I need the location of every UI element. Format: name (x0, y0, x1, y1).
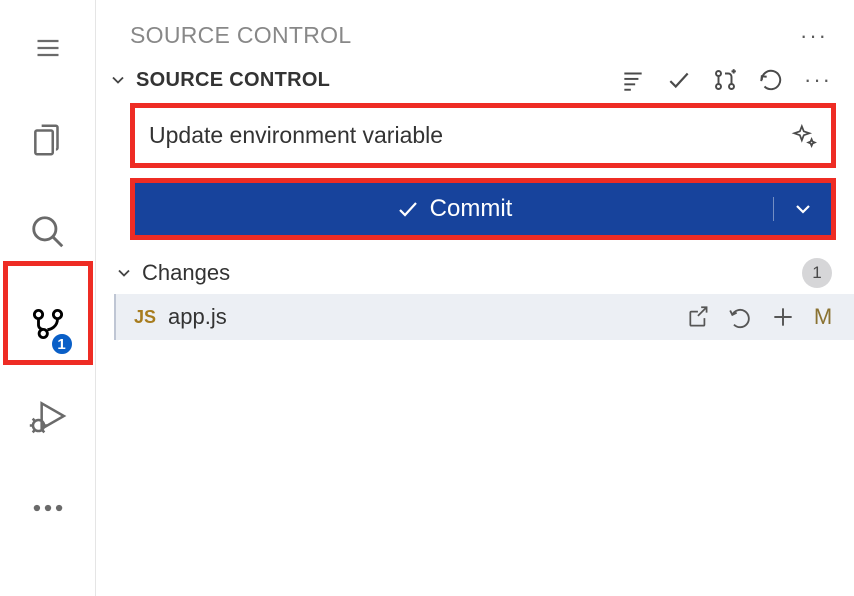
commit-message-wrap (135, 108, 831, 163)
check-icon[interactable] (666, 67, 692, 93)
overflow-menu-icon[interactable] (18, 478, 78, 538)
commit-message-input[interactable] (135, 108, 831, 163)
section-more-icon[interactable]: ··· (804, 67, 832, 93)
scm-badge: 1 (50, 332, 74, 356)
check-icon (396, 197, 420, 221)
commit-button-label: Commit (430, 195, 513, 223)
sparkle-icon[interactable] (791, 123, 817, 149)
section-title: SOURCE CONTROL (136, 69, 612, 92)
view-changes-icon[interactable] (620, 67, 646, 93)
file-lang-badge: JS (132, 307, 158, 328)
panel-header: SOURCE CONTROL ··· (96, 12, 854, 63)
section-header[interactable]: SOURCE CONTROL ··· (96, 63, 854, 101)
file-row[interactable]: JS app.js M (114, 294, 854, 340)
file-name: app.js (168, 304, 676, 330)
changes-count-badge: 1 (802, 258, 832, 288)
create-pr-icon[interactable] (712, 67, 738, 93)
panel-more-icon[interactable]: ··· (800, 23, 828, 49)
menu-icon[interactable] (18, 18, 78, 78)
discard-changes-icon[interactable] (728, 304, 754, 330)
open-file-icon[interactable] (686, 304, 712, 330)
changes-label: Changes (142, 260, 794, 286)
chevron-down-icon (791, 197, 815, 221)
commit-btn-highlight: Commit (130, 178, 836, 240)
explorer-icon[interactable] (18, 110, 78, 170)
message-highlight (130, 103, 836, 168)
commit-button[interactable]: Commit (135, 183, 831, 235)
stage-changes-icon[interactable] (770, 304, 796, 330)
search-icon[interactable] (18, 202, 78, 262)
refresh-icon[interactable] (758, 67, 784, 93)
source-control-icon[interactable]: 1 (18, 294, 78, 354)
chevron-down-icon (114, 263, 134, 283)
commit-dropdown[interactable] (773, 197, 831, 221)
chevron-down-icon (108, 70, 128, 90)
source-control-panel: SOURCE CONTROL ··· SOURCE CONTROL ··· Co… (96, 0, 854, 596)
changes-header[interactable]: Changes 1 (96, 250, 854, 294)
run-debug-icon[interactable] (18, 386, 78, 446)
activity-bar: 1 (0, 0, 96, 596)
commit-button-main[interactable]: Commit (135, 195, 773, 223)
section-toolbar: ··· (620, 67, 832, 93)
file-actions: M (686, 304, 834, 330)
panel-title: SOURCE CONTROL (130, 22, 351, 49)
file-status-badge: M (812, 304, 834, 330)
